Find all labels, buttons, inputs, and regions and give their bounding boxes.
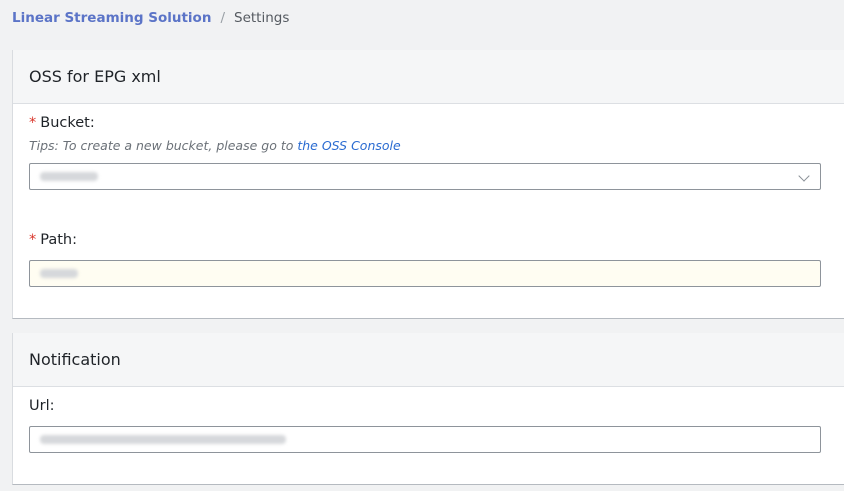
oss-console-link[interactable]: the OSS Console <box>297 138 400 153</box>
bucket-label-text: Bucket: <box>40 115 95 131</box>
chevron-down-icon[interactable] <box>798 170 810 182</box>
bucket-select[interactable] <box>29 163 821 190</box>
notification-card: Notification Url: <box>12 333 844 485</box>
url-label: Url: <box>29 398 55 414</box>
url-input[interactable] <box>29 426 821 453</box>
bucket-tips: Tips: To create a new bucket, please go … <box>29 138 401 153</box>
path-label-text: Path: <box>40 232 77 248</box>
bucket-label: * Bucket: <box>29 115 95 131</box>
notification-section-title: Notification <box>13 333 844 387</box>
path-input[interactable] <box>29 260 821 287</box>
breadcrumb-separator: / <box>220 10 225 26</box>
breadcrumb-root-link[interactable]: Linear Streaming Solution <box>12 10 211 26</box>
required-mark: * <box>29 115 37 131</box>
breadcrumb-current: Settings <box>234 10 290 26</box>
path-label: * Path: <box>29 232 77 248</box>
required-mark: * <box>29 232 37 248</box>
breadcrumb: Linear Streaming Solution / Settings <box>12 9 289 27</box>
path-input-value <box>40 269 78 278</box>
url-input-value <box>40 435 286 444</box>
bucket-select-value <box>40 172 98 181</box>
oss-section-title: OSS for EPG xml <box>13 50 844 104</box>
bucket-tips-text: Tips: To create a new bucket, please go … <box>29 138 294 153</box>
oss-settings-card: OSS for EPG xml * Bucket: Tips: To create… <box>12 50 844 319</box>
